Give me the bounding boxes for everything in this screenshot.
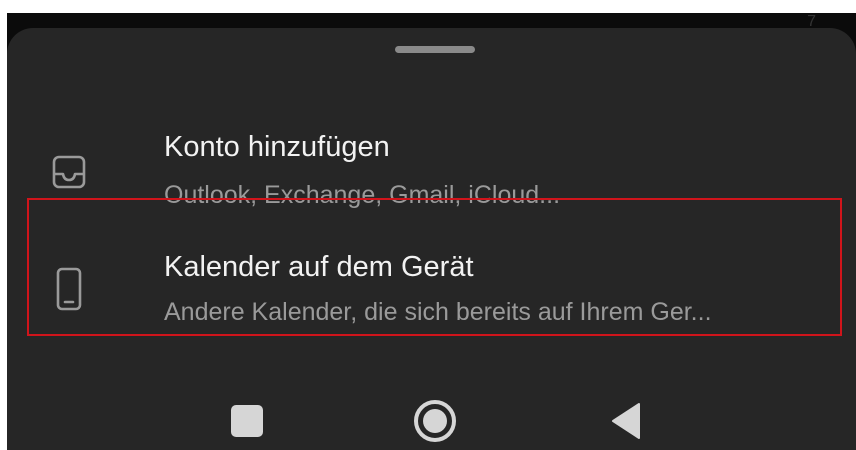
- bottom-sheet: Konto hinzufügen Outlook, Exchange, Gmai…: [7, 28, 856, 450]
- device-calendar-item[interactable]: Kalender auf dem Gerät Andere Kalender, …: [7, 225, 856, 361]
- home-icon[interactable]: [413, 399, 457, 443]
- add-account-title: Konto hinzufügen: [164, 131, 390, 163]
- screen: 7 Konto hinzufügen Outlook, Exchange, Gm…: [7, 13, 856, 450]
- recents-icon[interactable]: [229, 403, 265, 439]
- phone-device-icon: [51, 267, 87, 311]
- device-calendar-title: Kalender auf dem Gerät: [164, 251, 474, 283]
- drag-handle[interactable]: [395, 46, 475, 53]
- system-navigation-bar: [7, 373, 856, 450]
- add-account-item[interactable]: Konto hinzufügen Outlook, Exchange, Gmai…: [7, 94, 856, 214]
- add-account-subtitle: Outlook, Exchange, Gmail, iCloud...: [164, 181, 561, 209]
- back-icon[interactable]: [605, 401, 645, 441]
- inbox-tray-icon: [51, 152, 87, 192]
- device-calendar-subtitle: Andere Kalender, die sich bereits auf Ih…: [164, 298, 712, 326]
